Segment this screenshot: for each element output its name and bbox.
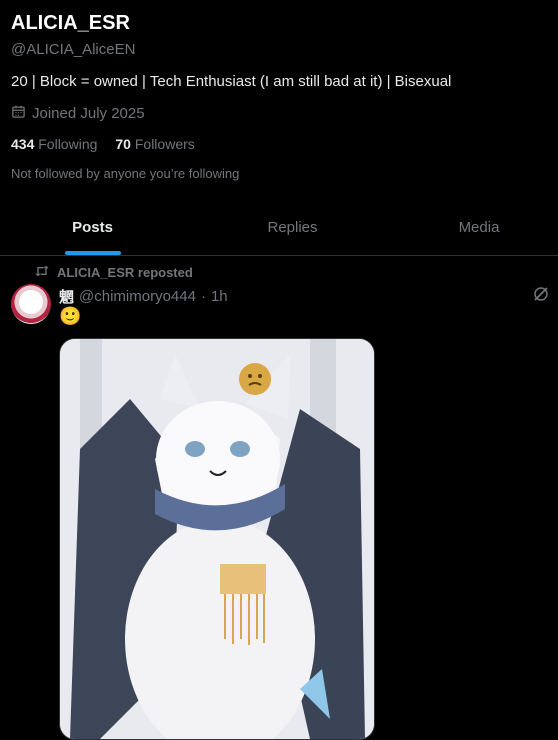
profile-display-name: ALICIA_ESR — [11, 12, 130, 34]
followers-label: Followers — [134, 136, 195, 152]
avatar[interactable] — [11, 284, 51, 324]
tab-replies-label: Replies — [267, 219, 318, 236]
post-media-image[interactable] — [59, 338, 375, 740]
post-header: 魍 @chimimoryo444 · 1h — [59, 286, 228, 307]
profile-handle: @ALICIA_AliceEN — [11, 41, 136, 58]
profile-stats: 434 Following 70 Followers — [11, 136, 195, 152]
post-author-name[interactable]: 魍 — [59, 286, 74, 307]
tab-media[interactable]: Media — [400, 200, 558, 255]
repost-icon — [34, 264, 50, 281]
tab-posts-label: Posts — [72, 219, 113, 236]
followers-count: 70 — [115, 136, 131, 152]
post-text: 🙂 — [59, 306, 82, 326]
post-separator: · — [200, 288, 206, 305]
followers-link[interactable]: 70 Followers — [115, 136, 194, 152]
following-label: Following — [38, 136, 98, 152]
post-time[interactable]: 1h — [211, 288, 228, 305]
joined-text: Joined July 2025 — [32, 105, 145, 122]
repost-label: ALICIA_ESR reposted — [57, 265, 193, 280]
profile-joined: Joined July 2025 — [11, 104, 145, 123]
tab-replies[interactable]: Replies — [185, 200, 400, 255]
post-author-handle[interactable]: @chimimoryo444 — [79, 288, 196, 305]
following-count: 434 — [11, 136, 35, 152]
not-followed-note: Not followed by anyone you’re following — [11, 166, 240, 181]
repost-indicator[interactable]: ALICIA_ESR reposted — [34, 264, 193, 281]
profile-bio: 20 | Block = owned | Tech Enthusiast (I … — [11, 73, 452, 90]
grok-icon[interactable] — [532, 285, 552, 305]
profile-tabs: Posts Replies Media — [0, 200, 558, 256]
calendar-icon — [11, 104, 26, 123]
following-link[interactable]: 434 Following — [11, 136, 97, 152]
tab-posts[interactable]: Posts — [0, 200, 185, 255]
tab-media-label: Media — [458, 219, 500, 236]
